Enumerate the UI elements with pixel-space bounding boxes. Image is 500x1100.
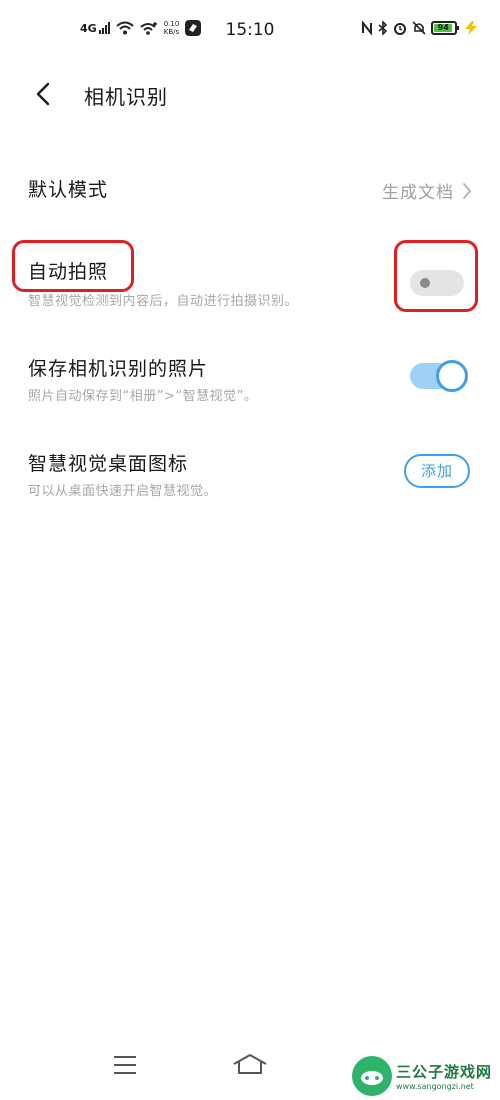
watermark-url: www.sangongzi.net xyxy=(395,1082,474,1091)
home-icon[interactable] xyxy=(232,1052,268,1076)
watermark-logo xyxy=(351,1056,392,1096)
battery-icon: 94 xyxy=(431,21,459,35)
watermark-text: 三公子游戏网 www.sangongzi.net xyxy=(396,1061,492,1091)
save-photos-toggle[interactable] xyxy=(410,360,468,392)
auto-capture-subtitle: 智慧视觉检测到内容后，自动进行拍摄识别。 xyxy=(28,294,299,309)
toggle-knob xyxy=(436,360,468,392)
nfc-icon xyxy=(362,21,372,35)
watermark: 三公子游戏网 www.sangongzi.net xyxy=(351,1056,492,1096)
mute-icon xyxy=(412,21,426,35)
back-arrow-icon xyxy=(36,82,50,106)
charging-icon xyxy=(465,21,477,35)
game-controller-icon xyxy=(352,1057,391,1095)
desktop-icon-title: 智慧视觉桌面图标 xyxy=(28,453,189,475)
bluetooth-icon xyxy=(378,21,388,35)
annotation-title-highlight xyxy=(12,240,134,292)
battery-level: 94 xyxy=(434,24,453,32)
annotation-toggle-highlight xyxy=(394,240,478,312)
save-photos-subtitle: 照片自动保存到“相册”>“智慧视觉”。 xyxy=(28,389,258,404)
add-desktop-icon-button[interactable]: 添加 xyxy=(404,454,470,488)
default-mode-value: 生成文档 xyxy=(382,183,454,203)
default-mode-title: 默认模式 xyxy=(28,179,109,201)
alarm-icon xyxy=(394,23,406,35)
default-mode-value-wrap[interactable]: 生成文档 xyxy=(382,178,472,203)
header: 相机识别 xyxy=(0,72,500,116)
watermark-name: 三公子游戏网 xyxy=(395,1063,492,1081)
desktop-icon-subtitle: 可以从桌面快速开启智慧视觉。 xyxy=(28,484,218,499)
menu-icon[interactable] xyxy=(112,1054,138,1076)
chevron-right-icon xyxy=(463,182,472,199)
page-title: 相机识别 xyxy=(84,85,168,109)
status-bar: 4G 0.10 KB/s 15:10 94 xyxy=(0,0,500,62)
status-right: 94 xyxy=(361,20,480,36)
back-button[interactable] xyxy=(30,78,60,110)
save-photos-title: 保存相机识别的照片 xyxy=(28,358,209,380)
